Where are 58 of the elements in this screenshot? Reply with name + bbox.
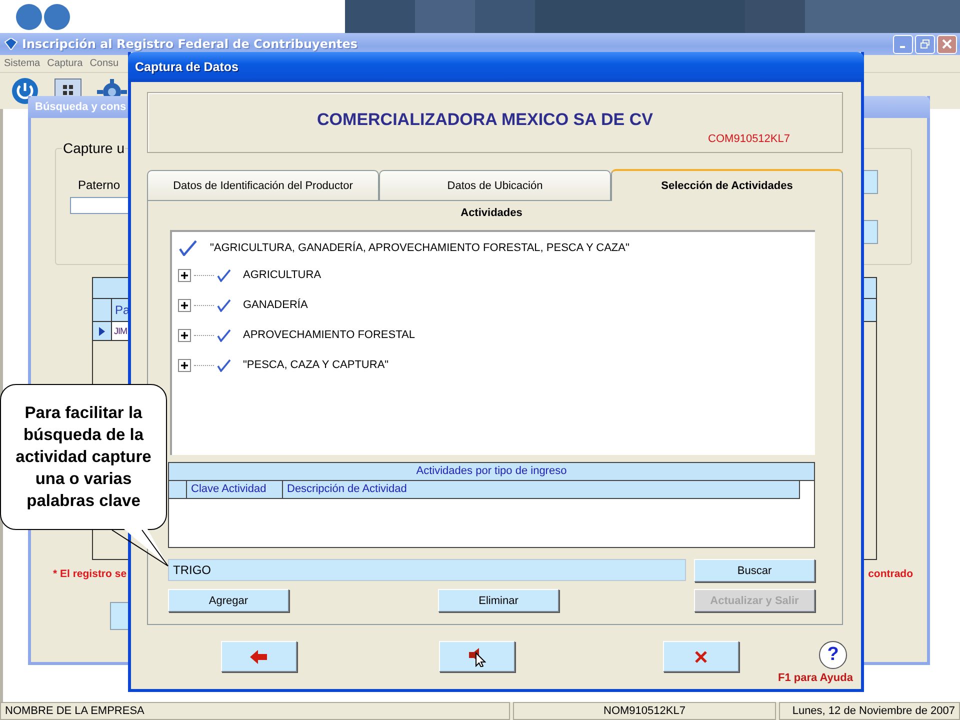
search-button[interactable]: Buscar [694, 559, 815, 582]
tree-item[interactable]: "AGRICULTURA, GANADERÍA, APROVECHAMIENTO FORESTAL, PESCA Y CAZA" [210, 242, 630, 254]
tab[interactable]: Selección de Actividades [611, 169, 843, 201]
arrow-left-icon [250, 650, 268, 664]
section-title: Actividades [460, 206, 524, 221]
close-icon [942, 39, 952, 49]
tab[interactable]: Datos de Ubicación [379, 170, 611, 200]
check-icon[interactable] [217, 328, 231, 342]
action-button[interactable]: Eliminar [438, 589, 559, 612]
check-icon[interactable] [217, 358, 231, 372]
dialog-title: Búsqueda y cons [35, 101, 126, 113]
tab[interactable]: Datos de Identificación del Productor [147, 170, 379, 200]
company-name: COMERCIALIZADORA MEXICO SA DE CV [316, 110, 654, 130]
expand-icon[interactable] [178, 328, 191, 342]
check-icon[interactable] [217, 268, 231, 282]
group-label: Capture u [62, 140, 126, 156]
minimize-button[interactable] [893, 34, 913, 54]
close-x-icon [695, 650, 707, 662]
rfc-text: COM910512KL7 [707, 133, 791, 145]
row-pointer-icon [99, 326, 105, 336]
nav-button[interactable] [439, 641, 515, 672]
menu-item[interactable]: Sistema [4, 58, 40, 69]
window-title: Inscripción al Registro Federal de Contribuyentes [22, 37, 358, 51]
callout-text: Para facilitar la búsqueda de la actividad capture una o varias palabras clave [14, 403, 152, 512]
column-header[interactable]: Descripción de Actividad [283, 481, 799, 498]
tree-item[interactable]: GANADERÍA [243, 299, 308, 311]
note-text: contrado [868, 568, 913, 580]
check-icon[interactable] [217, 298, 231, 312]
restore-button[interactable] [915, 34, 935, 54]
dialog-title: Captura de Datos [135, 60, 238, 74]
logo-circles-icon [16, 4, 72, 30]
cursor-icon [468, 646, 486, 666]
search-field[interactable]: TRIGO [168, 559, 686, 581]
check-icon[interactable] [179, 240, 197, 256]
expand-icon[interactable] [178, 268, 191, 282]
field-label: Paterno [78, 178, 120, 192]
nav-button[interactable] [221, 641, 297, 672]
close-button[interactable] [937, 34, 957, 54]
table-title: Actividades por tipo de ingreso [169, 463, 814, 481]
status-cell: NOMBRE DE LA EMPRESA [0, 702, 510, 720]
app-icon [4, 38, 18, 50]
restore-icon [920, 39, 930, 49]
status-cell: Lunes, 12 de Noviembre de 2007 [779, 702, 960, 720]
action-button[interactable]: Agregar [168, 589, 289, 612]
tree-item[interactable]: "PESCA, CAZA Y CAPTURA" [243, 359, 389, 371]
tree-item[interactable]: APROVECHAMIENTO FORESTAL [243, 329, 415, 341]
help-icon[interactable]: ? [819, 641, 847, 669]
column-header[interactable]: Clave Actividad [187, 481, 283, 498]
row-indicator[interactable] [93, 322, 112, 340]
help-text: F1 para Ayuda [778, 672, 853, 684]
note-text: * El registro se [53, 568, 127, 580]
status-cell: NOM910512KL7 [513, 702, 776, 720]
menu-item[interactable]: Captura [47, 58, 83, 69]
expand-icon[interactable] [178, 358, 191, 372]
tree-item[interactable]: AGRICULTURA [243, 269, 322, 281]
nav-button[interactable] [663, 641, 739, 672]
expand-icon[interactable] [178, 298, 191, 312]
menu-item[interactable]: Consu [90, 58, 119, 69]
